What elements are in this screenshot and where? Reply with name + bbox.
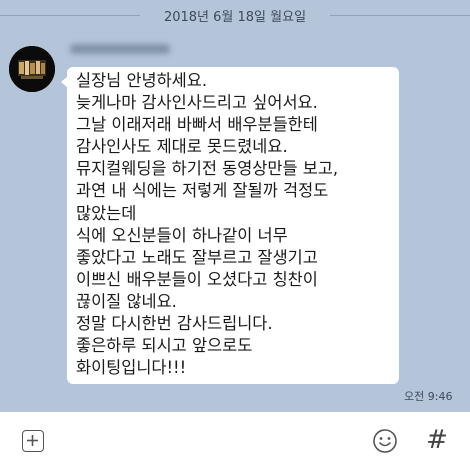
message-line: 좋은하루 되시고 앞으로도 <box>76 336 253 356</box>
plus-icon[interactable] <box>22 430 44 452</box>
message-line: 식에 오신분들이 하나같이 너무 <box>76 225 288 245</box>
message-timestamp: 오전 9:46 <box>404 390 453 403</box>
sender-name-blurred <box>70 42 170 56</box>
message-line: 화이팅입니다!!! <box>76 358 187 378</box>
message-line: 좋았다고 노래도 잘부르고 잘생기고 <box>76 247 318 267</box>
message-line: 감사인사도 제대로 못드렸네요. <box>76 137 288 157</box>
plus-glyph <box>27 435 38 446</box>
message-line: 많았는데 <box>76 203 137 223</box>
date-divider-text: 2018년 6월 18일 월요일 <box>163 10 307 25</box>
date-divider-line-left <box>0 15 140 16</box>
message-line: 늦게나마 감사인사드리고 싶어서요. <box>76 93 318 113</box>
message-line: 그날 이래저래 바빠서 배우분들한테 <box>76 115 318 135</box>
hash-icon[interactable]: # <box>424 425 450 455</box>
date-divider: 2018년 6월 18일 월요일 <box>0 2 470 28</box>
chat-area[interactable]: 2018년 6월 18일 월요일 실장님 안녕하세요. 늦게나마 감사인사드리고… <box>0 0 470 412</box>
message-line: 정말 다시한번 감사드립니다. <box>76 314 273 334</box>
emoji-icon[interactable] <box>372 428 398 454</box>
message-line: 이쁘신 배우분들이 오셨다고 칭찬이 <box>76 269 318 289</box>
sender-avatar[interactable] <box>9 46 55 92</box>
date-divider-line-right <box>330 15 470 16</box>
input-bar[interactable] <box>0 412 470 470</box>
message-bubble[interactable]: 실장님 안녕하세요. 늦게나마 감사인사드리고 싶어서요. 그날 이래저래 바빠… <box>67 67 399 385</box>
message-line: 과연 내 식에는 저렇게 잘될까 걱정도 <box>76 181 329 201</box>
message-line: 실장님 안녕하세요. <box>76 71 208 90</box>
avatar-image <box>9 46 55 92</box>
message-line: 뮤지컬웨딩을 하기전 동영상만들 보고, <box>76 159 339 179</box>
message-line: 끊이질 않네요. <box>76 291 177 311</box>
smiley-glyph <box>373 429 397 453</box>
